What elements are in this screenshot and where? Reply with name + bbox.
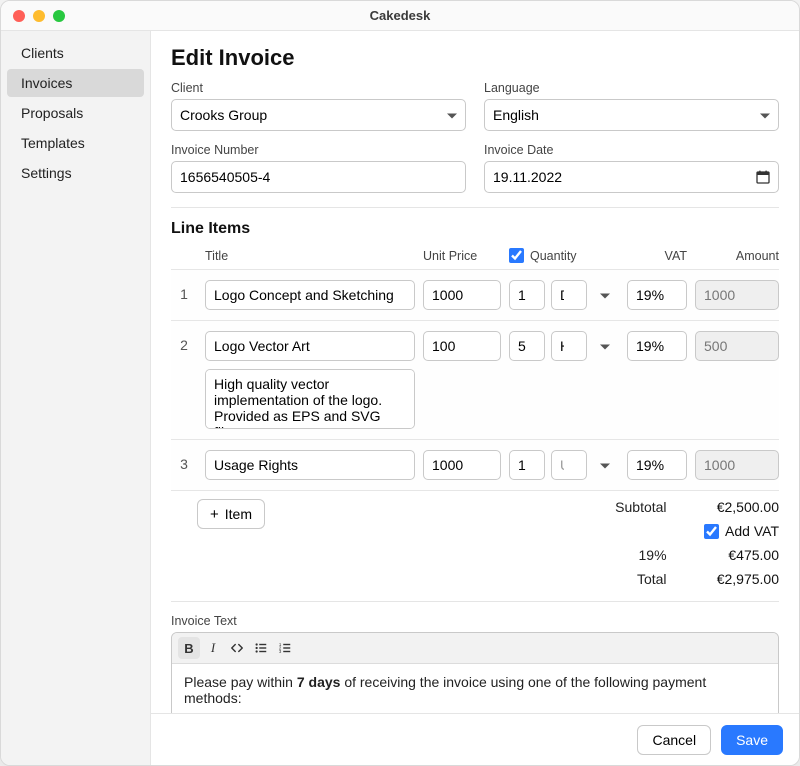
col-quantity: Quantity (530, 249, 577, 263)
sidebar-item-invoices[interactable]: Invoices (7, 69, 144, 97)
line-item-unitprice-input[interactable] (423, 331, 501, 361)
language-select[interactable]: English (484, 99, 779, 131)
line-item-unit-select[interactable]: Days (551, 280, 587, 310)
language-label: Language (484, 81, 779, 95)
invoice-text-body[interactable]: Please pay within 7 days of receiving th… (172, 664, 778, 713)
line-item-vat-input[interactable] (627, 331, 687, 361)
invoice-text-editor: B I 123 Please pay within 7 days (171, 632, 779, 713)
line-items-title: Line Items (171, 220, 779, 238)
client-label: Client (171, 81, 466, 95)
line-item-amount-output (695, 331, 779, 361)
line-item: 1 Days (171, 270, 779, 321)
line-item: 2 High quality vector implementation of … (171, 321, 779, 440)
sidebar: Clients Invoices Proposals Templates Set… (1, 31, 151, 765)
add-item-label: Item (225, 506, 252, 522)
vat-rate-label: 19% (639, 547, 667, 563)
vat-amount-value: €475.00 (728, 547, 779, 563)
add-vat-label: Add VAT (725, 523, 779, 539)
close-icon[interactable] (13, 10, 25, 22)
line-item: 3 Unit (171, 440, 779, 491)
subtotal-value: €2,500.00 (717, 499, 779, 515)
line-item-qty-input[interactable] (509, 280, 545, 310)
line-item-qty-input[interactable] (509, 331, 545, 361)
footer: Cancel Save (151, 713, 799, 765)
app-title: Cakedesk (370, 8, 431, 23)
line-item-unitprice-input[interactable] (423, 280, 501, 310)
titlebar: Cakedesk (1, 1, 799, 31)
line-item-index: 2 (171, 331, 197, 353)
sidebar-item-clients[interactable]: Clients (7, 39, 144, 67)
italic-button[interactable]: I (202, 637, 224, 659)
invoice-number-label: Invoice Number (171, 143, 466, 157)
col-amount: Amount (695, 249, 779, 263)
maximize-icon[interactable] (53, 10, 65, 22)
line-item-index: 3 (171, 450, 197, 472)
invoice-date-input[interactable] (484, 161, 779, 193)
invoice-number-input[interactable] (171, 161, 466, 193)
app-window: Cakedesk Clients Invoices Proposals Temp… (0, 0, 800, 766)
line-item-unit-select[interactable]: Unit (551, 450, 587, 480)
cancel-button[interactable]: Cancel (637, 725, 711, 755)
svg-text:3: 3 (279, 649, 282, 654)
code-button[interactable] (226, 637, 248, 659)
col-unit-price: Unit Price (423, 249, 501, 263)
bullet-list-button[interactable] (250, 637, 272, 659)
totals: Subtotal €2,500.00 Add VAT 19% €475.00 T… (579, 499, 779, 587)
sidebar-item-proposals[interactable]: Proposals (7, 99, 144, 127)
line-item-description-input[interactable]: High quality vector implementation of th… (205, 369, 415, 429)
line-item-amount-output (695, 280, 779, 310)
invoice-text-label: Invoice Text (171, 614, 779, 628)
line-item-title-input[interactable] (205, 280, 415, 310)
line-item-qty-input[interactable] (509, 450, 545, 480)
invoice-text-line: Please pay within 7 days of receiving th… (184, 674, 706, 706)
bold-button[interactable]: B (178, 637, 200, 659)
total-label: Total (637, 571, 667, 587)
line-item-index: 1 (171, 280, 197, 302)
save-button[interactable]: Save (721, 725, 783, 755)
window-controls (13, 10, 65, 22)
line-items-header: Title Unit Price Quantity VAT Amount (171, 248, 779, 269)
add-vat-checkbox[interactable] (704, 524, 719, 539)
editor-toolbar: B I 123 (172, 633, 778, 664)
line-item-unitprice-input[interactable] (423, 450, 501, 480)
line-item-title-input[interactable] (205, 450, 415, 480)
total-value: €2,975.00 (717, 571, 779, 587)
sidebar-item-templates[interactable]: Templates (7, 129, 144, 157)
quantity-toggle-checkbox[interactable] (509, 248, 524, 263)
col-title: Title (205, 249, 415, 263)
sidebar-item-settings[interactable]: Settings (7, 159, 144, 187)
col-vat: VAT (627, 249, 687, 263)
line-item-vat-input[interactable] (627, 450, 687, 480)
plus-icon: + (210, 507, 219, 522)
add-item-button[interactable]: + Item (197, 499, 265, 529)
numbered-list-button[interactable]: 123 (274, 637, 296, 659)
line-item-unit-select[interactable]: Hours (551, 331, 587, 361)
subtotal-label: Subtotal (615, 499, 666, 515)
line-item-title-input[interactable] (205, 331, 415, 361)
invoice-date-label: Invoice Date (484, 143, 779, 157)
client-select[interactable]: Crooks Group (171, 99, 466, 131)
page-title: Edit Invoice (171, 45, 779, 71)
minimize-icon[interactable] (33, 10, 45, 22)
line-item-amount-output (695, 450, 779, 480)
main-content: Edit Invoice Client Crooks Group Languag… (151, 31, 799, 713)
line-item-vat-input[interactable] (627, 280, 687, 310)
